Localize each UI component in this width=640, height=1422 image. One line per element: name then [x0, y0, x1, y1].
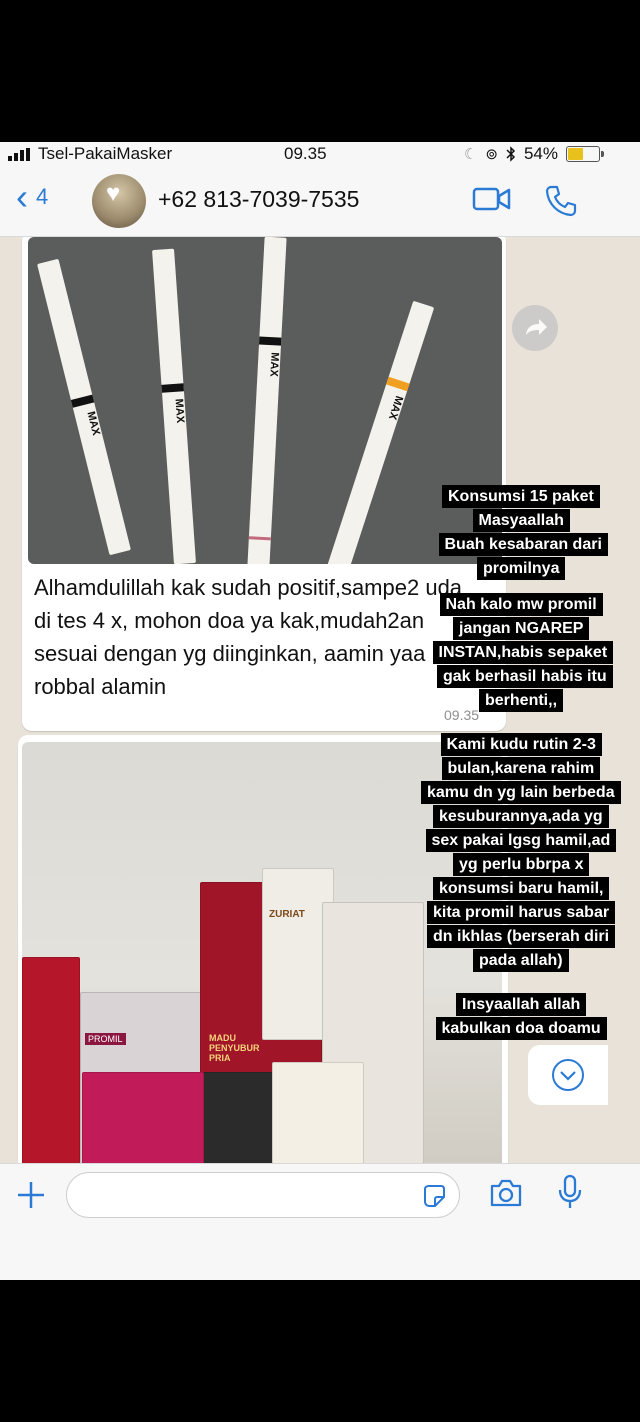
- bluetooth-icon: [506, 146, 516, 162]
- overlay-text-line: kabulkan doa doamu: [435, 1017, 607, 1040]
- avatar[interactable]: [92, 174, 146, 228]
- overlay-text-line: Kami kudu rutin 2-3: [440, 733, 602, 756]
- products-photo[interactable]: PROMIL MADU PENYUBUR PRIA ZURIAT: [22, 742, 502, 1163]
- test-strip: MAX: [247, 237, 287, 564]
- forward-button[interactable]: [512, 305, 558, 351]
- overlay-text-line: kesuburannya,ada yg: [433, 805, 609, 828]
- chat-header: ‹ 4 +62 813-7039-7535: [0, 166, 640, 237]
- message-input[interactable]: [66, 1172, 460, 1218]
- video-call-icon[interactable]: [472, 184, 512, 214]
- overlay-text-line: kamu dn yg lain berbeda: [421, 781, 621, 804]
- overlay-text-line: gak berhasil habis itu: [437, 665, 613, 688]
- chevron-left-icon: ‹: [16, 176, 28, 217]
- chevron-down-circle-icon: [552, 1059, 584, 1091]
- whatsapp-chat-screen: Tsel-PakaiMasker 09.35 ☾ ⊚ 54% ‹ 4 +62 8…: [0, 142, 640, 1280]
- battery-fill: [568, 148, 584, 160]
- overlay-text-line: Insyaallah allah: [456, 993, 587, 1016]
- overlay-text-line: kita promil harus sabar: [427, 901, 616, 924]
- test-strip: MAX: [37, 258, 131, 556]
- product-box: [22, 957, 80, 1163]
- camera-icon[interactable]: [488, 1176, 524, 1210]
- product-box: [272, 1062, 364, 1163]
- share-arrow-icon: [526, 319, 547, 335]
- product-box: [202, 1072, 274, 1163]
- message-timestamp: 09.35: [444, 707, 480, 723]
- overlay-text-line: berhenti,,: [479, 689, 564, 712]
- test-strip: MAX: [152, 248, 196, 564]
- chat-area: MAX MAX MAX MAX Alhamdulillah kak sudah …: [0, 237, 640, 1163]
- message-caption: Alhamdulillah kak sudah positif,sampe2 u…: [34, 575, 463, 699]
- plus-icon[interactable]: [16, 1180, 46, 1210]
- signal-icon: [8, 148, 30, 161]
- test-strip: MAX: [323, 300, 435, 564]
- overlay-text-line: INSTAN,habis sepaket: [432, 641, 614, 664]
- back-button[interactable]: ‹ 4: [16, 176, 49, 217]
- overlay-text-line: promilnya: [477, 557, 566, 580]
- overlay-text-line: jangan NGAREP: [453, 617, 590, 640]
- overlay-text-line: konsumsi baru hamil,: [433, 877, 610, 900]
- sticker-icon[interactable]: [421, 1183, 447, 1209]
- product-box: [82, 1072, 204, 1163]
- contact-name[interactable]: +62 813-7039-7535: [158, 186, 359, 213]
- pregnancy-test-photo[interactable]: MAX MAX MAX MAX: [28, 237, 502, 564]
- battery-percent: 54%: [523, 144, 558, 163]
- carrier-name: Tsel-PakaiMasker: [38, 144, 173, 163]
- overlay-text-line: bulan,karena rahim: [441, 757, 601, 780]
- overlay-text-line: Konsumsi 15 paket: [442, 485, 600, 508]
- battery-icon: [566, 146, 604, 162]
- clock: 09.35: [284, 144, 327, 163]
- message-input-bar: [0, 1163, 640, 1280]
- overlay-text-line: dn ikhlas (berserah diri: [427, 925, 616, 948]
- overlay-text-line: Nah kalo mw promil: [439, 593, 603, 616]
- moon-icon: ☾: [463, 146, 478, 163]
- overlay-text-line: Buah kesabaran dari: [438, 533, 608, 556]
- microphone-icon[interactable]: [556, 1174, 584, 1212]
- status-bar: Tsel-PakaiMasker 09.35 ☾ ⊚ 54%: [0, 142, 640, 166]
- scroll-to-bottom-button[interactable]: [528, 1045, 608, 1105]
- rotation-lock-icon: ⊚: [485, 146, 498, 163]
- overlay-text-line: sex pakai lgsg hamil,ad: [425, 829, 617, 852]
- unread-count: 4: [36, 184, 49, 209]
- overlay-text-line: pada allah): [473, 949, 569, 972]
- phone-call-icon[interactable]: [544, 184, 578, 218]
- overlay-text-line: yg perlu bbrpa x: [453, 853, 590, 876]
- overlay-text-line: Masyaallah: [472, 509, 570, 532]
